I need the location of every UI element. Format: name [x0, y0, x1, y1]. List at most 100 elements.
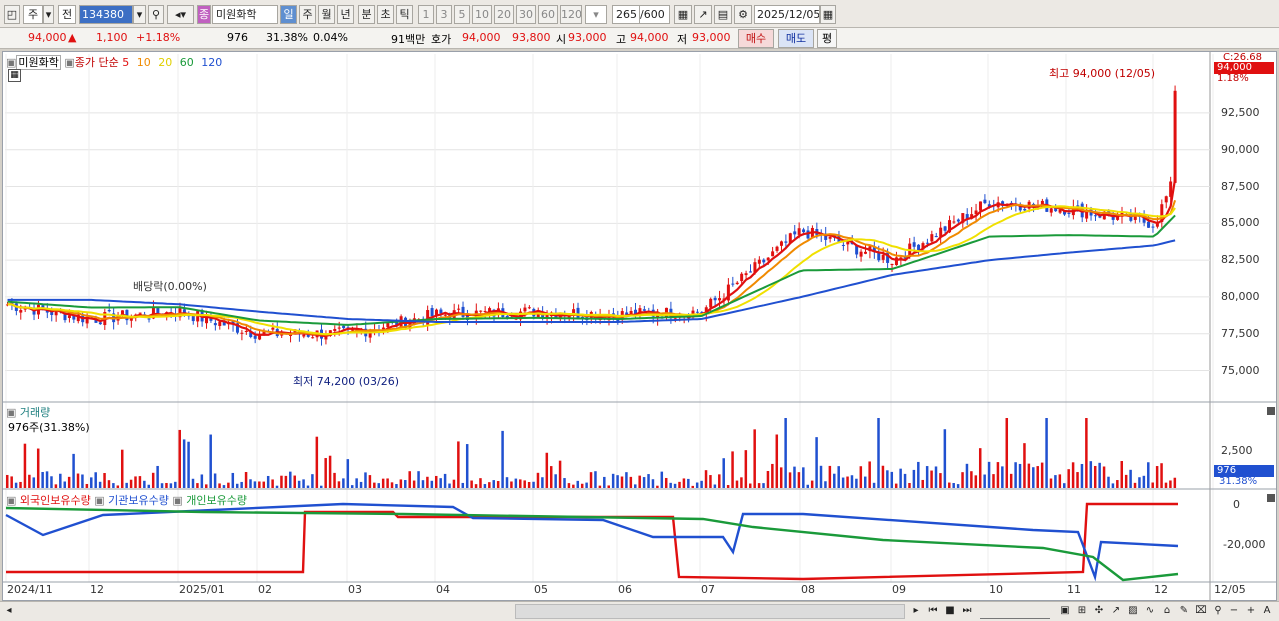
tab-day[interactable]: 일	[280, 5, 297, 24]
chart-area[interactable]: ▣ 미원화학 ▣종가 단순 5 10 20 60 120 ▦ 최고 94,000 …	[2, 51, 1277, 601]
volume-bar	[1023, 443, 1026, 488]
zoom-icon[interactable]: ⚲	[1211, 604, 1225, 619]
prev-button[interactable]: 전	[58, 5, 76, 24]
volume-bar	[36, 448, 40, 488]
volume-bar	[594, 471, 597, 488]
volume-bar	[956, 484, 960, 488]
save-icon[interactable]: ▤	[714, 5, 732, 24]
candle-body	[244, 330, 248, 332]
calendar-icon[interactable]: ▦	[820, 5, 836, 24]
volume-bar	[837, 466, 840, 488]
market-select[interactable]: 주	[23, 5, 43, 24]
volume-bar	[408, 471, 411, 488]
tick-dropdown[interactable]: ▾	[585, 5, 607, 24]
tab-month[interactable]: 월	[318, 5, 335, 24]
volume-bar	[488, 482, 491, 488]
fibo-icon[interactable]: ∿	[1143, 604, 1157, 619]
volume-bar	[10, 476, 13, 488]
gear-icon[interactable]: ⚙	[734, 5, 752, 24]
scroll-thumb[interactable]	[515, 604, 905, 619]
volume-bar	[377, 483, 381, 488]
rewind-icon[interactable]: ⏮	[926, 604, 940, 619]
ruler-icon[interactable]: ▨	[1126, 604, 1140, 619]
tick-30[interactable]: 30	[516, 5, 536, 24]
volume-bar	[501, 430, 504, 488]
volume-bar	[1080, 463, 1084, 488]
count-input[interactable]: 265	[612, 5, 640, 24]
evaluate-button[interactable]: 평	[817, 29, 837, 48]
stop-icon[interactable]: ■	[943, 604, 957, 619]
tab-week[interactable]: 주	[299, 5, 316, 24]
volume-bar	[28, 474, 31, 488]
text-icon[interactable]: ⌂	[1160, 604, 1174, 619]
candle-body	[802, 229, 806, 233]
plus-icon[interactable]: +	[1245, 604, 1257, 619]
volume-bar	[722, 458, 725, 488]
tick-3[interactable]: 3	[436, 5, 452, 24]
candle-body	[1093, 215, 1097, 217]
volume-bar	[328, 455, 332, 488]
stock-chart[interactable]	[3, 52, 1276, 600]
crosshair-icon[interactable]: ✣	[1092, 604, 1106, 619]
table-icon[interactable]: ▦	[8, 69, 21, 82]
candle-body	[1049, 208, 1053, 213]
bottom-scrollbar[interactable]: ◂ ▸ ⏮ ■ ⏭ ▣ ⊞ ✣ ↗ ▨ ∿ ⌂ ✎ ⌧ ⚲ − + A	[0, 601, 1279, 621]
draw-icon[interactable]: ↗	[694, 5, 712, 24]
holding-legend: ▣ 외국인보유수량 ▣ 기관보유수량 ▣ 개인보유수량	[6, 494, 248, 507]
minus-icon[interactable]: −	[1228, 604, 1240, 619]
tick-10[interactable]: 10	[472, 5, 492, 24]
chevron-down-icon[interactable]: ▾	[133, 5, 146, 24]
volume-bar	[1032, 467, 1035, 488]
candle-body	[19, 310, 23, 313]
stock-code-input[interactable]: 134380	[79, 5, 133, 24]
volume-bar	[948, 482, 951, 488]
pencil-icon[interactable]: ✎	[1177, 604, 1191, 619]
buy-button[interactable]: 매수	[738, 29, 774, 48]
volume-bar	[779, 467, 783, 488]
candle-body	[576, 307, 580, 319]
grid-icon[interactable]: ⊞	[1075, 604, 1089, 619]
volume-bar	[342, 478, 345, 488]
volume-bar	[598, 485, 602, 488]
eraser-icon[interactable]: ⌧	[1194, 604, 1208, 619]
tick-60[interactable]: 60	[538, 5, 558, 24]
zoom-slider[interactable]	[980, 604, 1050, 619]
panel-close-icon[interactable]	[1267, 407, 1275, 415]
chevron-down-icon[interactable]: ▾	[43, 5, 54, 24]
volume-bar	[129, 479, 133, 488]
forward-icon[interactable]: ⏭	[960, 604, 974, 619]
date-input[interactable]: 2025/12/05	[754, 5, 820, 24]
font-icon[interactable]: A	[1261, 604, 1273, 619]
layout-icon[interactable]: ▣	[1058, 604, 1072, 619]
volume-bar	[859, 466, 863, 488]
volume-bar	[165, 482, 168, 488]
sell-button[interactable]: 매도	[778, 29, 814, 48]
tick-5[interactable]: 5	[454, 5, 470, 24]
volume-bar	[483, 484, 487, 488]
volume-bar	[404, 480, 407, 488]
search-icon[interactable]: ⚲	[148, 5, 164, 24]
volume-bar	[14, 482, 18, 488]
legend-ma-label: 종가 단순	[74, 56, 119, 69]
scroll-right-icon[interactable]: ▸	[910, 604, 922, 619]
volume-bar	[740, 477, 743, 488]
tick-120[interactable]: 120	[560, 5, 582, 24]
tab-second[interactable]: 초	[377, 5, 394, 24]
tick-20[interactable]: 20	[494, 5, 514, 24]
panel-close-icon[interactable]	[1267, 494, 1275, 502]
chart-icon[interactable]: ▦	[674, 5, 692, 24]
trend-icon[interactable]: ↗	[1109, 604, 1123, 619]
volume-bar	[523, 480, 526, 488]
window-icon[interactable]: ◰	[4, 5, 20, 24]
speaker-icon[interactable]: ◂▾	[167, 5, 194, 24]
tab-year[interactable]: 년	[337, 5, 354, 24]
tick-1[interactable]: 1	[418, 5, 434, 24]
tab-minute[interactable]: 분	[358, 5, 375, 24]
volume-bar	[1133, 482, 1137, 488]
price-ytick: 87,500	[1221, 179, 1260, 193]
price-ytick: 92,500	[1221, 105, 1260, 119]
volume-bar	[1036, 466, 1039, 488]
scroll-left-icon[interactable]: ◂	[4, 604, 14, 619]
tab-tick[interactable]: 틱	[396, 5, 413, 24]
volume-bar	[94, 472, 97, 488]
